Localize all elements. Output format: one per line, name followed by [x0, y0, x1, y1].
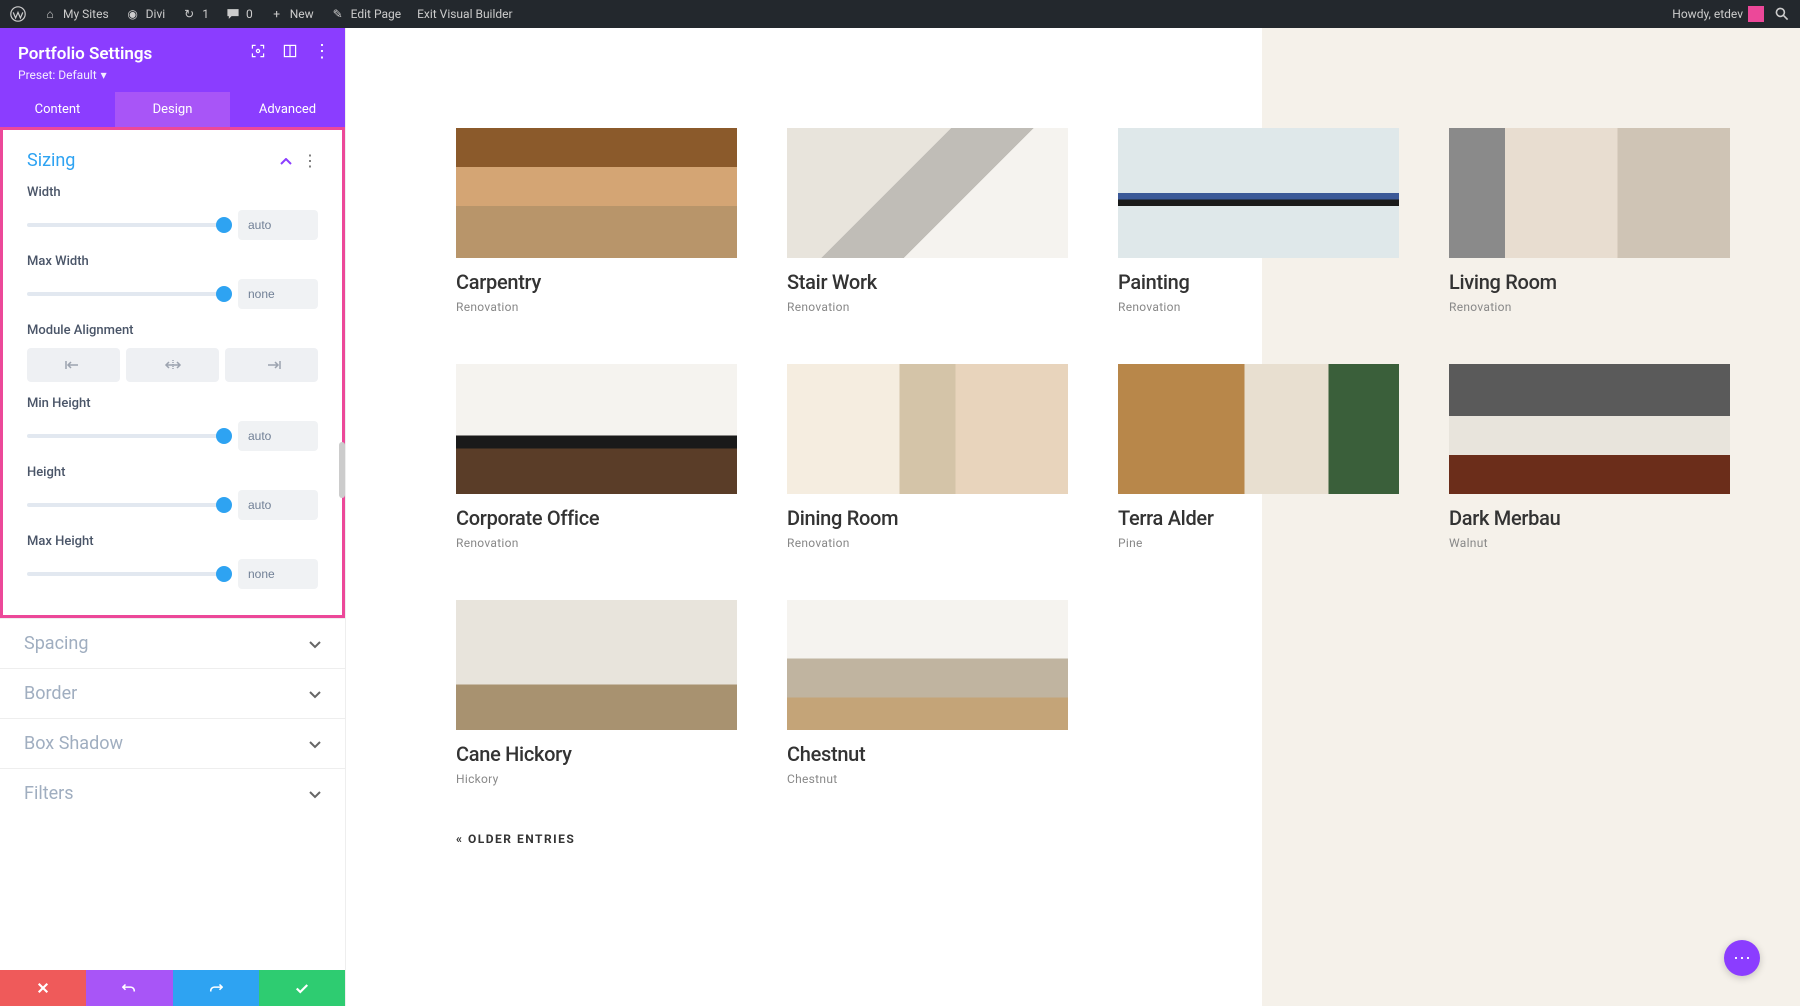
width-label: Width	[27, 185, 318, 200]
page-preview: Carpentry Renovation Stair Work Renovati…	[346, 28, 1800, 1006]
plus-icon: +	[269, 6, 285, 22]
slider-thumb[interactable]	[216, 286, 232, 302]
portfolio-thumbnail	[787, 364, 1068, 494]
min-height-label: Min Height	[27, 396, 318, 411]
focus-icon[interactable]	[249, 42, 267, 60]
slider-thumb[interactable]	[216, 497, 232, 513]
portfolio-thumbnail	[1118, 364, 1399, 494]
slider-thumb[interactable]	[216, 217, 232, 233]
align-left-button[interactable]	[27, 348, 120, 382]
portfolio-thumbnail	[456, 600, 737, 730]
portfolio-grid: Carpentry Renovation Stair Work Renovati…	[456, 128, 1730, 786]
spacing-section[interactable]: Spacing	[0, 618, 345, 668]
settings-sidebar: Portfolio Settings Preset: Default ▾ ⋮ C…	[0, 28, 346, 1006]
chevron-down-icon: ▾	[101, 68, 107, 82]
wordpress-icon	[10, 6, 26, 22]
admin-search[interactable]	[1774, 6, 1790, 22]
portfolio-item[interactable]: Dining Room Renovation	[787, 364, 1068, 550]
search-icon	[1774, 6, 1790, 22]
vertical-dots-icon[interactable]: ⋮	[302, 151, 318, 170]
portfolio-item[interactable]: Corporate Office Renovation	[456, 364, 737, 550]
tab-content[interactable]: Content	[0, 92, 115, 127]
fab-more-button[interactable]: ⋯	[1724, 940, 1760, 976]
align-right-button[interactable]	[225, 348, 318, 382]
panel-tabs: Content Design Advanced	[0, 92, 345, 127]
max-height-slider[interactable]	[27, 572, 224, 576]
divi-icon: ◉	[125, 6, 141, 22]
portfolio-thumbnail	[787, 600, 1068, 730]
align-center-button[interactable]	[126, 348, 219, 382]
preset-selector[interactable]: Preset: Default ▾	[18, 68, 327, 82]
portfolio-thumbnail	[456, 364, 737, 494]
filters-section[interactable]: Filters	[0, 768, 345, 818]
chevron-up-icon	[280, 151, 292, 170]
min-height-input[interactable]	[238, 421, 318, 451]
portfolio-thumbnail	[1449, 364, 1730, 494]
sizing-section-header[interactable]: Sizing ⋮	[3, 142, 342, 175]
height-label: Height	[27, 465, 318, 480]
portfolio-item[interactable]: Terra Alder Pine	[1118, 364, 1399, 550]
save-button[interactable]	[259, 970, 345, 1006]
admin-new[interactable]: + New	[269, 6, 314, 22]
portfolio-item[interactable]: Carpentry Renovation	[456, 128, 737, 314]
comment-icon	[225, 6, 241, 22]
portfolio-item[interactable]: Dark Merbau Walnut	[1449, 364, 1730, 550]
house-icon: ⌂	[42, 6, 58, 22]
height-slider[interactable]	[27, 503, 224, 507]
height-input[interactable]	[238, 490, 318, 520]
portfolio-item[interactable]: Living Room Renovation	[1449, 128, 1730, 314]
portfolio-item[interactable]: Chestnut Chestnut	[787, 600, 1068, 786]
admin-updates[interactable]: ↻ 1	[181, 6, 209, 22]
admin-comments[interactable]: 0	[225, 6, 253, 22]
sizing-section-highlighted: Sizing ⋮ Width	[0, 127, 345, 618]
cancel-button[interactable]	[0, 970, 86, 1006]
wp-logo[interactable]	[10, 6, 26, 22]
avatar	[1748, 6, 1764, 22]
max-width-label: Max Width	[27, 254, 318, 269]
undo-button[interactable]	[86, 970, 172, 1006]
border-section[interactable]: Border	[0, 668, 345, 718]
max-height-input[interactable]	[238, 559, 318, 589]
chevron-down-icon	[309, 634, 321, 653]
admin-exit-vb[interactable]: Exit Visual Builder	[417, 7, 513, 21]
more-icon[interactable]: ⋮	[313, 42, 331, 60]
max-width-input[interactable]	[238, 279, 318, 309]
chevron-down-icon	[309, 784, 321, 803]
portfolio-thumbnail	[1118, 128, 1399, 258]
portfolio-thumbnail	[787, 128, 1068, 258]
portfolio-item[interactable]: Painting Renovation	[1118, 128, 1399, 314]
refresh-icon: ↻	[181, 6, 197, 22]
width-slider[interactable]	[27, 223, 224, 227]
chevron-down-icon	[309, 684, 321, 703]
tab-advanced[interactable]: Advanced	[230, 92, 345, 127]
box-shadow-section[interactable]: Box Shadow	[0, 718, 345, 768]
panel-bottom-bar	[0, 970, 345, 1006]
redo-button[interactable]	[173, 970, 259, 1006]
max-height-label: Max Height	[27, 534, 318, 549]
portfolio-thumbnail	[456, 128, 737, 258]
panel-header: Portfolio Settings Preset: Default ▾ ⋮	[0, 28, 345, 92]
tab-design[interactable]: Design	[115, 92, 230, 127]
columns-icon[interactable]	[281, 42, 299, 60]
portfolio-item[interactable]: Stair Work Renovation	[787, 128, 1068, 314]
width-input[interactable]	[238, 210, 318, 240]
alignment-label: Module Alignment	[27, 323, 318, 338]
pencil-icon: ✎	[330, 6, 346, 22]
admin-my-sites[interactable]: ⌂ My Sites	[42, 6, 109, 22]
portfolio-thumbnail	[1449, 128, 1730, 258]
admin-divi[interactable]: ◉ Divi	[125, 6, 166, 22]
slider-thumb[interactable]	[216, 566, 232, 582]
admin-edit-page[interactable]: ✎ Edit Page	[330, 6, 401, 22]
admin-howdy[interactable]: Howdy, etdev	[1672, 6, 1764, 22]
chevron-down-icon	[309, 734, 321, 753]
wp-admin-bar: ⌂ My Sites ◉ Divi ↻ 1 0 + New ✎ Edit Pag…	[0, 0, 1800, 28]
older-entries-link[interactable]: « OLDER ENTRIES	[456, 832, 1730, 846]
scrollbar[interactable]	[339, 442, 345, 498]
max-width-slider[interactable]	[27, 292, 224, 296]
min-height-slider[interactable]	[27, 434, 224, 438]
slider-thumb[interactable]	[216, 428, 232, 444]
portfolio-item[interactable]: Cane Hickory Hickory	[456, 600, 737, 786]
